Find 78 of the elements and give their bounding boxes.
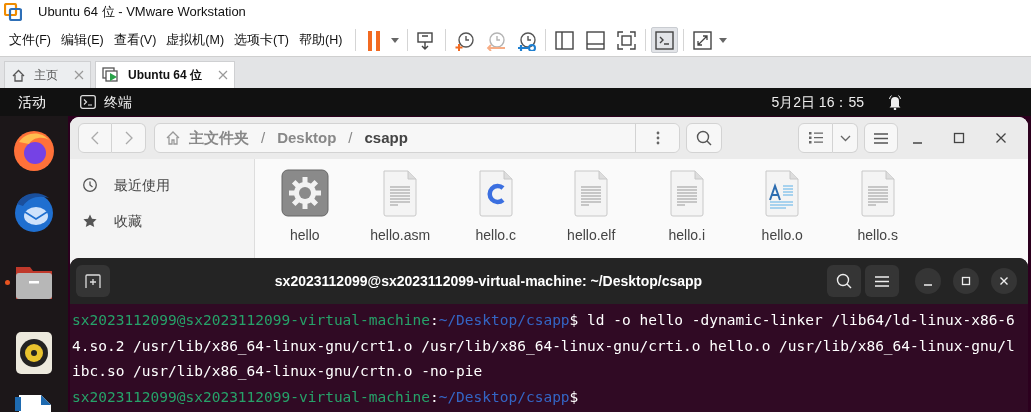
chevron-right-icon [124,131,133,145]
path-crumb[interactable]: csapp [362,126,410,150]
gear-icon [280,169,329,217]
terminal-line: sx2023112099@sx2023112099-virtual-machine:~/Desktop/csapp$ [72,387,580,407]
circle-app-icon [11,128,57,174]
window-title: sx2023112099@sx2023112099-virtual-machine: ~/Desktop/csapp [274,273,703,289]
activities-button[interactable]: 活动 [18,91,46,113]
menu-item[interactable]: 帮助(H) [294,30,348,50]
fit-window-icon [616,29,638,51]
menu-button[interactable] [865,265,899,297]
terminal-icon [80,95,96,109]
star-icon [82,213,98,229]
home-icon [165,130,181,146]
tab[interactable]: 主页 [4,61,91,88]
terminal-line: sx2023112099@sx2023112099-virtual-machine:~/Desktop/csapp$ ld -o hello -dynamic-linker /lib64/ld-linux-x86-6 [72,311,1016,330]
console-icon [654,29,676,51]
home-icon [11,67,26,83]
tab[interactable]: Ubuntu 64 位 [95,61,235,88]
sidebar-layout-icon [554,29,576,51]
maximize-button[interactable] [953,268,979,294]
fullscreen-icon [692,29,714,51]
menu-item[interactable]: 编辑(E) [55,30,109,50]
minimize-button[interactable] [915,268,941,294]
menu-item[interactable]: 选项卡(T) [229,30,295,50]
vm-play-icon [102,67,120,83]
chevron-left-icon [91,131,99,145]
close-icon [218,70,228,80]
menu-item[interactable]: 查看(V) [108,30,162,50]
search-button[interactable] [827,265,861,297]
search-icon [836,273,852,289]
file-item[interactable]: hello.o [734,159,830,246]
file-item[interactable]: hello.c [448,159,544,246]
running-indicator [5,280,10,285]
clock-icon [82,177,98,193]
menu-icon [875,275,889,287]
menu-button[interactable] [864,123,898,153]
path-separator: / [260,127,267,148]
more-vertical-icon [655,131,660,145]
terminal-line: 4.so.2 /usr/lib/x86_64-linux-gnu/crt1.o /usr/lib/x86_64-linux-gnu/crti.o hello.o /usr/lib/x86_64-linux-gnu/l [72,336,1016,357]
minimize-icon [912,142,922,144]
list-view-button[interactable] [798,123,834,153]
window-title: Ubuntu 64 位 - VMware Workstation [38,3,246,22]
list-icon [808,132,823,144]
panel-layout-icon [585,29,607,51]
file-item[interactable]: hello.s [830,159,926,246]
sidebar-item[interactable]: 最近使用 [70,167,254,203]
app-menu-label[interactable]: 终端 [104,91,132,113]
sidebar-item[interactable]: 收藏 [70,203,254,239]
caret-icon [719,37,728,43]
caret-icon [391,37,400,43]
new-tab-icon [85,274,101,288]
close-button[interactable] [991,268,1017,294]
menu-item[interactable]: 文件(F) [4,30,56,50]
chevron-down-icon [839,134,851,142]
file-item[interactable]: hello.i [639,159,735,246]
clock[interactable]: 5月2日 16：55 [771,91,864,113]
file-item[interactable]: hello.asm [352,159,448,246]
search-button[interactable] [686,123,723,153]
clock-wrench-icon [516,29,538,51]
clock-plus-icon [454,29,476,51]
toolbar-button[interactable] [651,27,679,53]
file-item[interactable]: hello.elf [543,159,639,246]
close-icon [995,132,1007,144]
close-icon [74,70,84,80]
terminal-line: ibc.so /usr/lib/x86_64-linux-gnu/crtn.o -no-pie [72,362,484,382]
menu-item[interactable]: 虚拟机(M) [161,30,230,50]
minimize-icon [924,284,932,286]
clock-arrow-icon [485,29,507,51]
maximize-icon [961,276,971,286]
file-item[interactable]: hello [257,159,353,246]
app-logo-icon [4,3,22,21]
new-tab-button[interactable] [76,265,110,297]
bell-icon [888,94,902,110]
maximize-icon [953,132,965,144]
close-icon [999,276,1009,286]
menu-icon [874,132,889,144]
path-separator: / [347,127,354,148]
search-icon [696,130,713,146]
